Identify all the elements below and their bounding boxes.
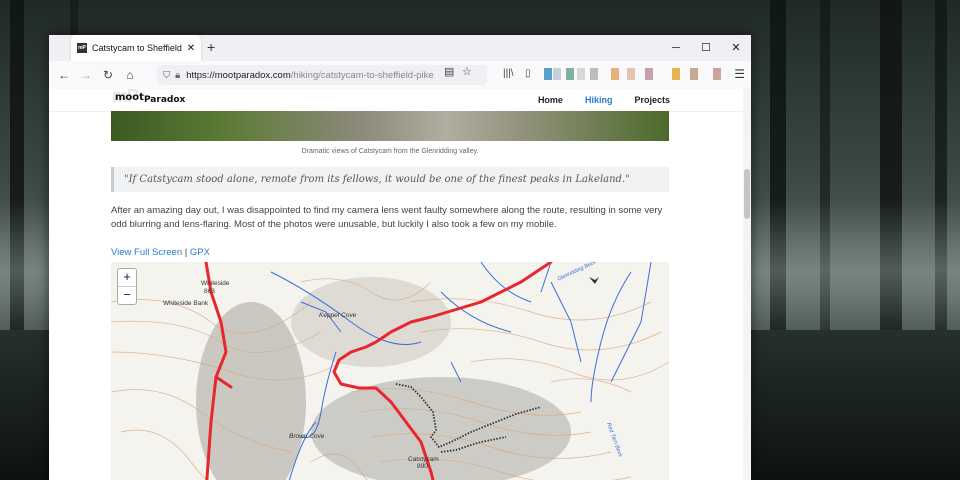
nav-home[interactable]: Home xyxy=(538,95,563,105)
back-icon[interactable]: ← xyxy=(53,68,75,82)
article-paragraph: After an amazing day out, I was disappoi… xyxy=(111,205,663,230)
hero-photo xyxy=(111,111,669,141)
home-icon[interactable]: ⌂ xyxy=(119,68,141,82)
nav-toolbar: ← → ↻ ⌂ ⛉ 🔒︎ https://mootparadox.com/hik… xyxy=(49,61,751,90)
extension-icon[interactable] xyxy=(645,68,653,80)
sidebar-icon[interactable]: ▯ xyxy=(525,68,531,79)
hill-shade xyxy=(311,377,571,480)
forward-icon[interactable]: → xyxy=(75,68,97,82)
zoom-out-button[interactable]: − xyxy=(118,286,136,304)
extension-icon[interactable] xyxy=(544,68,552,80)
maximize-icon[interactable]: ☐ xyxy=(691,35,721,61)
photo-caption: Dramatic views of Catstycam from the Gle… xyxy=(301,148,479,155)
scrollbar-thumb[interactable] xyxy=(744,169,750,219)
view-full-screen-link[interactable]: View Full Screen xyxy=(111,247,182,258)
reader-view-icon[interactable]: ▤ xyxy=(444,65,462,78)
zoom-in-button[interactable]: + xyxy=(118,269,136,286)
minimize-icon[interactable]: ─ xyxy=(661,35,691,61)
map-label-catstycam: Catstycam xyxy=(408,456,439,463)
site-logo[interactable]: mootParadox xyxy=(115,92,185,105)
new-tab-icon[interactable]: + xyxy=(207,35,215,61)
nav-projects[interactable]: Projects xyxy=(634,95,670,105)
browser-tab[interactable]: mP Catstycam to Sheffield Pike | m ✕ xyxy=(71,35,201,61)
extension-icon[interactable] xyxy=(713,68,721,80)
web-page: mP mootParadox Home Hiking Projects Dram… xyxy=(49,89,743,480)
map-label-brown-cove: Brown Cove xyxy=(289,433,325,440)
extension-icon[interactable] xyxy=(566,68,574,80)
map-label-whiteside: Whiteside xyxy=(201,280,230,287)
lock-icon[interactable]: 🔒︎ xyxy=(175,70,180,81)
hill-shade xyxy=(196,302,306,480)
route-map[interactable]: + − Whiteside 863 Whiteside Bank Keppel … xyxy=(111,262,669,480)
map-label-whiteside-bank: Whiteside Bank xyxy=(163,300,209,307)
map-symbols xyxy=(589,277,599,284)
extension-icon[interactable] xyxy=(611,68,619,80)
site-header: mP mootParadox Home Hiking Projects xyxy=(49,89,743,112)
blockquote: "If Catstycam stood alone, remote from i… xyxy=(111,167,669,192)
link-separator: | xyxy=(184,247,188,258)
extension-icon[interactable] xyxy=(553,68,561,80)
extension-icon[interactable] xyxy=(690,68,698,80)
shield-icon[interactable]: ⛉ xyxy=(163,70,170,81)
gpx-link[interactable]: GPX xyxy=(190,247,210,258)
map-links: View Full Screen | GPX xyxy=(111,247,210,258)
tab-bar: mP Catstycam to Sheffield Pike | m ✕ + ─… xyxy=(49,35,751,61)
extension-icon[interactable] xyxy=(577,68,585,80)
favicon-icon: mP xyxy=(77,43,87,53)
extension-icon[interactable] xyxy=(627,68,635,80)
map-label-keppel-cove: Keppel Cove xyxy=(319,312,357,319)
map-canvas[interactable] xyxy=(111,262,669,480)
map-label-catstycam-height: 890 xyxy=(417,463,428,470)
tab-title: Catstycam to Sheffield Pike | m xyxy=(92,43,185,53)
extension-icon[interactable] xyxy=(672,68,680,80)
library-icon[interactable]: |||\ xyxy=(503,68,514,79)
hamburger-menu-icon[interactable]: ☰ xyxy=(734,67,745,81)
address-bar[interactable]: ⛉ 🔒︎ https://mootparadox.com/hiking/cats… xyxy=(157,65,487,85)
zoom-control: + − xyxy=(117,268,137,305)
url-host: https://mootparadox.com xyxy=(186,69,291,81)
hill-shade xyxy=(291,277,451,367)
tab-close-icon[interactable]: ✕ xyxy=(185,43,197,54)
browser-window: mP Catstycam to Sheffield Pike | m ✕ + ─… xyxy=(49,35,751,480)
map-label-whiteside-height: 863 xyxy=(204,288,215,295)
page-scrollbar[interactable] xyxy=(743,89,751,480)
nav-hiking[interactable]: Hiking xyxy=(585,95,613,105)
reload-icon[interactable]: ↻ xyxy=(97,68,119,82)
extension-icon[interactable] xyxy=(590,68,598,80)
window-close-icon[interactable]: ✕ xyxy=(721,35,751,61)
url-path: /hiking/catstycam-to-sheffield-pike xyxy=(290,69,434,81)
site-nav: Home Hiking Projects xyxy=(538,95,670,105)
bookmark-star-icon[interactable]: ☆ xyxy=(462,65,480,78)
